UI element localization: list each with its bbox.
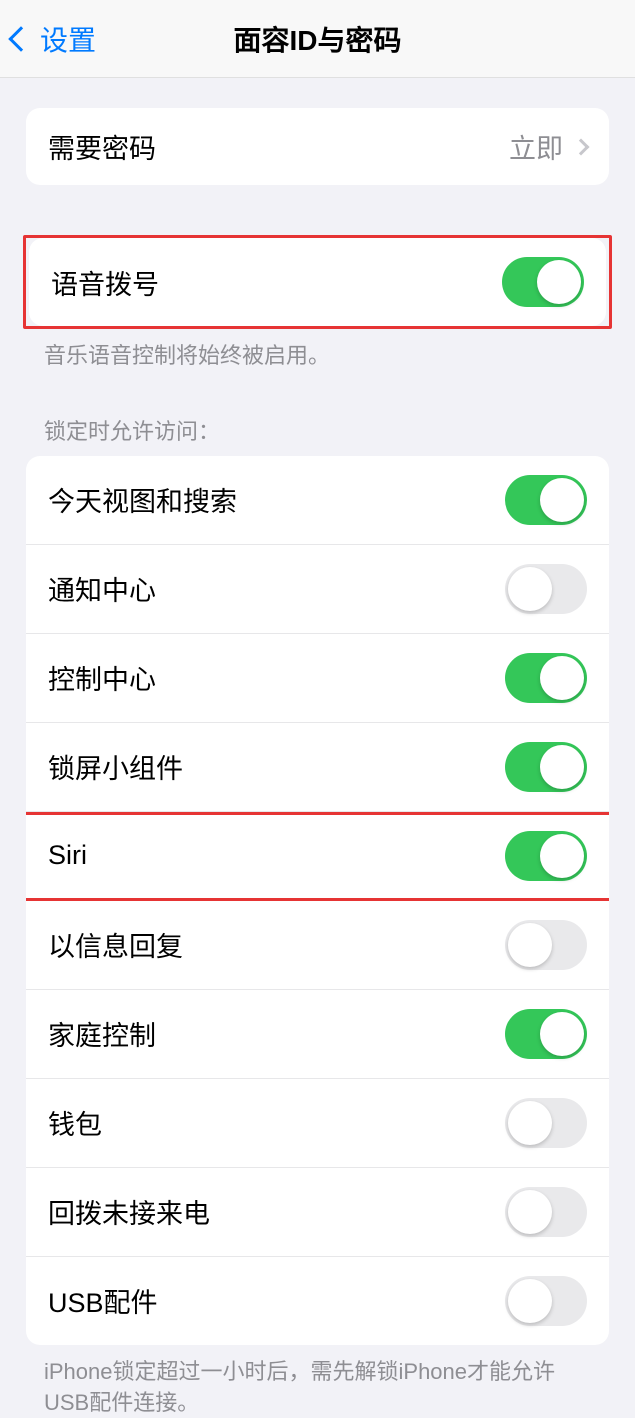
access-item-label: 家庭控制 [48, 1014, 156, 1053]
voice-dial-label: 语音拨号 [51, 263, 159, 302]
voice-dial-cell: 语音拨号 [29, 238, 606, 326]
access-item-toggle[interactable] [505, 653, 587, 703]
access-item-label: 以信息回复 [48, 925, 183, 964]
toggle-knob [540, 745, 584, 789]
page-title: 面容ID与密码 [233, 19, 401, 59]
voice-dial-footer: 音乐语音控制将始终被启用。 [0, 329, 635, 372]
access-item-toggle[interactable] [505, 1276, 587, 1326]
access-item-toggle[interactable] [505, 1009, 587, 1059]
toggle-knob [540, 478, 584, 522]
access-item-cell: 家庭控制 [26, 989, 609, 1078]
require-passcode-cell[interactable]: 需要密码 立即 [26, 108, 609, 185]
access-item-toggle[interactable] [505, 920, 587, 970]
access-item-toggle[interactable] [505, 742, 587, 792]
access-item-toggle[interactable] [505, 1187, 587, 1237]
voice-dial-highlight: 语音拨号 [23, 235, 612, 329]
access-item-cell: 钱包 [26, 1078, 609, 1167]
navigation-bar: 设置 面容ID与密码 [0, 0, 635, 78]
access-item-toggle[interactable] [505, 475, 587, 525]
back-label: 设置 [40, 19, 96, 59]
access-item-cell: 回拨未接来电 [26, 1167, 609, 1256]
toggle-knob [508, 923, 552, 967]
access-item-label: 通知中心 [48, 569, 156, 608]
voice-dial-group: 语音拨号 [29, 238, 606, 326]
toggle-knob [540, 834, 584, 878]
access-item-toggle[interactable] [505, 564, 587, 614]
access-item-cell: 控制中心 [26, 633, 609, 722]
access-item-label: 回拨未接来电 [48, 1192, 210, 1231]
require-passcode-value: 立即 [509, 127, 563, 166]
access-item-cell: USB配件 [26, 1256, 609, 1345]
require-passcode-label: 需要密码 [48, 127, 156, 166]
toggle-knob [508, 567, 552, 611]
access-item-toggle[interactable] [505, 831, 587, 881]
access-item-cell: Siri [26, 811, 609, 900]
toggle-knob [508, 1190, 552, 1234]
access-item-label: 今天视图和搜索 [48, 480, 237, 519]
access-item-cell: 以信息回复 [26, 900, 609, 989]
back-button[interactable]: 设置 [12, 19, 96, 59]
chevron-left-icon [8, 26, 33, 51]
access-item-label: 控制中心 [48, 658, 156, 697]
chevron-right-icon [573, 138, 590, 155]
access-item-cell: 今天视图和搜索 [26, 456, 609, 544]
passcode-group: 需要密码 立即 [26, 108, 609, 185]
toggle-knob [508, 1279, 552, 1323]
access-item-toggle[interactable] [505, 1098, 587, 1148]
allow-access-header: 锁定时允许访问： [0, 414, 635, 456]
allow-access-footer: iPhone锁定超过一小时后，需先解锁iPhone才能允许USB配件连接。 [0, 1345, 635, 1418]
access-item-cell: 锁屏小组件 [26, 722, 609, 811]
allow-access-group: 今天视图和搜索通知中心控制中心锁屏小组件 Siri 以信息回复家庭控制钱包回拨未接来… [26, 456, 609, 1345]
access-item-cell: 通知中心 [26, 544, 609, 633]
voice-dial-toggle[interactable] [502, 257, 584, 307]
toggle-knob [508, 1101, 552, 1145]
access-item-label: 钱包 [48, 1103, 102, 1142]
access-item-label: 锁屏小组件 [48, 747, 183, 786]
access-item-label: Siri [48, 840, 87, 871]
toggle-knob [540, 1012, 584, 1056]
toggle-knob [537, 260, 581, 304]
toggle-knob [540, 656, 584, 700]
access-item-label: USB配件 [48, 1281, 158, 1320]
